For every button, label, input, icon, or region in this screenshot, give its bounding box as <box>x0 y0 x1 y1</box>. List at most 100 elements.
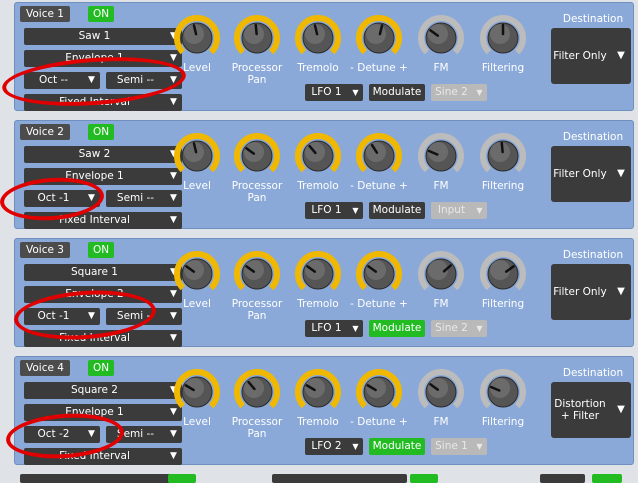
knob-label: - Detune + <box>350 416 408 428</box>
level-knob[interactable] <box>174 369 220 415</box>
knob-highlight <box>428 24 448 44</box>
lfo-select-value: LFO 1 <box>311 322 342 334</box>
bottom-row-control[interactable] <box>272 474 407 483</box>
destination-select[interactable]: Distortion + Filter ▼ <box>551 382 631 438</box>
voice-on-toggle[interactable]: ON <box>88 242 114 258</box>
fm-source-select[interactable]: Sine 2 ▼ <box>431 320 487 337</box>
chevron-down-icon[interactable]: ▼ <box>165 212 182 229</box>
lfo-select[interactable]: LFO 1 ▼ <box>305 202 363 219</box>
tremolo-knob[interactable] <box>295 15 341 61</box>
chevron-down-icon[interactable]: ▼ <box>472 202 487 219</box>
filtering-knob[interactable] <box>480 369 526 415</box>
voice-on-toggle[interactable]: ON <box>88 124 114 140</box>
filtering-knob[interactable] <box>480 15 526 61</box>
tremolo-knob[interactable] <box>295 133 341 179</box>
modulate-button[interactable]: Modulate <box>369 202 425 219</box>
knob-highlight <box>366 24 386 44</box>
lfo-select-value: LFO 1 <box>311 204 342 216</box>
chevron-down-icon[interactable]: ▼ <box>165 94 182 111</box>
knob-label: Tremolo <box>297 416 339 428</box>
processor-pan-knob[interactable] <box>234 133 280 179</box>
processor-pan-knob[interactable] <box>234 369 280 415</box>
detune-knob[interactable] <box>356 369 402 415</box>
knob-highlight <box>184 260 204 280</box>
chevron-down-icon[interactable]: ▼ <box>472 320 487 337</box>
modulate-button[interactable]: Modulate <box>369 438 425 455</box>
knob-label: Tremolo <box>297 298 339 310</box>
fm-knob[interactable] <box>418 369 464 415</box>
bottom-row-control[interactable] <box>20 474 180 483</box>
destination-select[interactable]: Filter Only ▼ <box>551 146 631 202</box>
chevron-down-icon[interactable]: ▼ <box>611 28 631 84</box>
chevron-down-icon[interactable]: ▼ <box>348 84 363 101</box>
wave-select[interactable]: Square 2 ▼ <box>24 382 182 399</box>
knob-highlight <box>366 260 386 280</box>
chevron-down-icon[interactable]: ▼ <box>611 382 631 438</box>
knob-pointer <box>254 23 258 36</box>
knob-label: Processor Pan <box>231 416 283 440</box>
filtering-knob[interactable] <box>480 133 526 179</box>
destination-select[interactable]: Filter Only ▼ <box>551 264 631 320</box>
fm-source-select[interactable]: Sine 1 ▼ <box>431 438 487 455</box>
knob-highlight <box>490 142 510 162</box>
lfo-select-value: LFO 2 <box>311 440 342 452</box>
knob-highlight <box>428 378 448 398</box>
knob-label: - Detune + <box>350 298 408 310</box>
chevron-down-icon[interactable]: ▼ <box>165 308 182 325</box>
wave-select[interactable]: Saw 2 ▼ <box>24 146 182 163</box>
chevron-down-icon[interactable]: ▼ <box>348 202 363 219</box>
chevron-down-icon[interactable]: ▼ <box>472 84 487 101</box>
bottom-row-on-toggle[interactable] <box>168 474 196 483</box>
knob-label: FM <box>433 62 449 74</box>
fm-knob[interactable] <box>418 251 464 297</box>
bottom-row-on-toggle[interactable] <box>410 474 438 483</box>
chevron-down-icon[interactable]: ▼ <box>472 438 487 455</box>
knob-highlight <box>184 378 204 398</box>
detune-knob[interactable] <box>356 15 402 61</box>
knob-label: Level <box>183 298 211 310</box>
knob-highlight <box>366 378 386 398</box>
chevron-down-icon[interactable]: ▼ <box>165 330 182 347</box>
destination-value: Filter Only <box>553 286 607 298</box>
destination-select[interactable]: Filter Only ▼ <box>551 28 631 84</box>
lfo-select[interactable]: LFO 1 ▼ <box>305 84 363 101</box>
voice-on-toggle[interactable]: ON <box>88 360 114 376</box>
wave-select-value: Square 2 <box>71 384 118 396</box>
lfo-select[interactable]: LFO 2 ▼ <box>305 438 363 455</box>
processor-pan-knob[interactable] <box>234 15 280 61</box>
chevron-down-icon[interactable]: ▼ <box>348 320 363 337</box>
processor-pan-knob[interactable] <box>234 251 280 297</box>
level-knob[interactable] <box>174 251 220 297</box>
chevron-down-icon[interactable]: ▼ <box>165 448 182 465</box>
fm-source-select[interactable]: Input ▼ <box>431 202 487 219</box>
destination-label: Destination <box>562 13 624 25</box>
wave-select[interactable]: Saw 1 ▼ <box>24 28 182 45</box>
detune-knob[interactable] <box>356 133 402 179</box>
wave-select[interactable]: Square 1 ▼ <box>24 264 182 281</box>
knob-highlight <box>305 378 325 398</box>
level-knob[interactable] <box>174 133 220 179</box>
knob-label: Tremolo <box>297 180 339 192</box>
level-knob[interactable] <box>174 15 220 61</box>
tremolo-knob[interactable] <box>295 251 341 297</box>
fm-source-select[interactable]: Sine 2 ▼ <box>431 84 487 101</box>
chevron-down-icon[interactable]: ▼ <box>348 438 363 455</box>
chevron-down-icon[interactable]: ▼ <box>165 426 182 443</box>
detune-knob[interactable] <box>356 251 402 297</box>
filtering-knob[interactable] <box>480 251 526 297</box>
fm-knob[interactable] <box>418 15 464 61</box>
chevron-down-icon[interactable]: ▼ <box>611 146 631 202</box>
lfo-select[interactable]: LFO 1 ▼ <box>305 320 363 337</box>
knob-label: - Detune + <box>350 180 408 192</box>
modulate-button[interactable]: Modulate <box>369 84 425 101</box>
semitone-select[interactable]: Semi -- ▼ <box>106 190 182 207</box>
fm-knob[interactable] <box>418 133 464 179</box>
wave-select-value: Saw 1 <box>78 30 111 42</box>
bottom-row-control[interactable] <box>540 474 585 483</box>
tremolo-knob[interactable] <box>295 369 341 415</box>
chevron-down-icon[interactable]: ▼ <box>611 264 631 320</box>
chevron-down-icon[interactable]: ▼ <box>165 190 182 207</box>
bottom-row-on-toggle[interactable] <box>592 474 622 483</box>
modulate-button[interactable]: Modulate <box>369 320 425 337</box>
voice-on-toggle[interactable]: ON <box>88 6 114 22</box>
